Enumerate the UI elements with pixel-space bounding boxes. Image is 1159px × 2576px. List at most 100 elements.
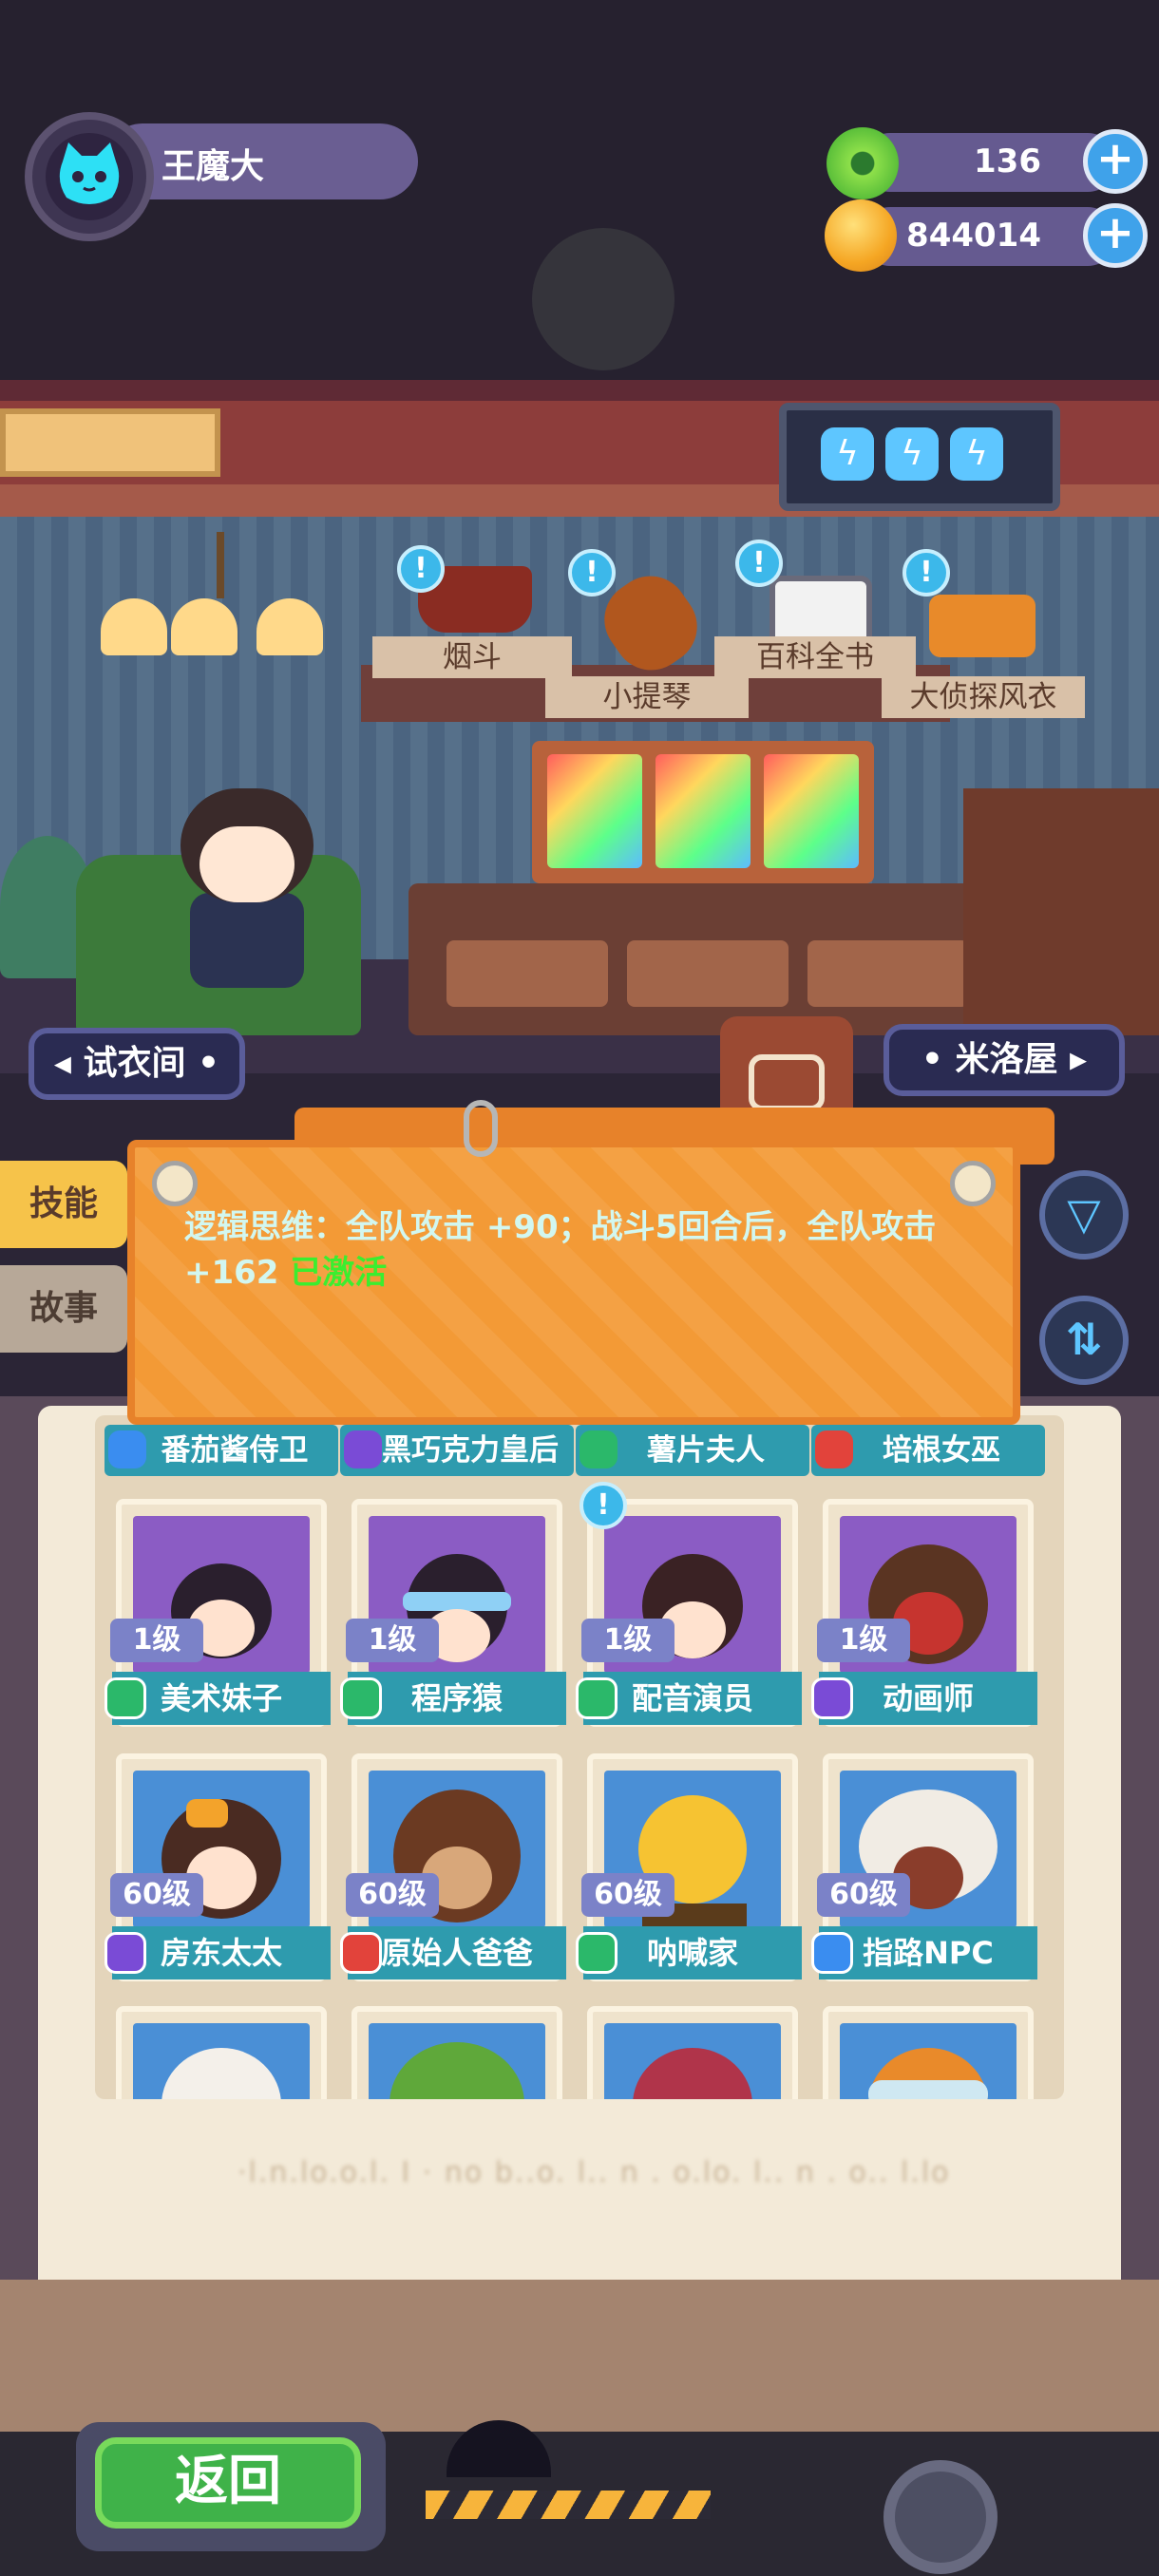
pin-icon xyxy=(152,1161,198,1206)
rarity-blue-icon xyxy=(108,1430,146,1468)
character-card[interactable]: 60级 呐喊家 xyxy=(576,1753,802,1981)
level-badge: 60级 xyxy=(346,1873,439,1917)
character-card[interactable]: 60级 房东太太 xyxy=(104,1753,331,1981)
character-card[interactable]: 1级 动画师 xyxy=(811,1499,1037,1727)
team-header[interactable]: 薯片夫人 xyxy=(576,1425,809,1476)
skill-description: 逻辑思维：全队攻击 +90；战斗5回合后，全队攻击 +162 已激活 xyxy=(184,1204,963,1296)
energy-panel: ϟ ϟ ϟ xyxy=(779,403,1060,511)
gem-counter: 136 xyxy=(861,133,1117,192)
rarity-purple-icon xyxy=(104,1932,146,1974)
character-card[interactable]: 60级 指路NPC xyxy=(811,1753,1037,1981)
energy-icon: ϟ xyxy=(885,427,939,481)
team-header[interactable]: 番茄酱侍卫 xyxy=(104,1425,338,1476)
level-badge: 1级 xyxy=(110,1619,203,1662)
new-hint-icon: ! xyxy=(580,1482,627,1529)
team-photo-frame[interactable] xyxy=(532,741,874,883)
rarity-red-icon xyxy=(340,1932,382,1974)
tab-skills[interactable]: 技能 xyxy=(0,1161,127,1248)
desk xyxy=(408,883,1016,1035)
energy-icon: ϟ xyxy=(821,427,874,481)
level-badge: 1级 xyxy=(581,1619,674,1662)
team-header[interactable]: 培根女巫 xyxy=(811,1425,1045,1476)
tab-story[interactable]: 故事 xyxy=(0,1265,127,1353)
team-header-label: 番茄酱侍卫 xyxy=(161,1433,309,1468)
rarity-purple-icon xyxy=(344,1430,382,1468)
rarity-green-icon xyxy=(576,1932,618,1974)
character-card[interactable]: 1级 美术妹子 xyxy=(104,1499,331,1727)
book-footer-text: ·l.n.lo.o.l. I · no b..o. l.. n . o.lo. … xyxy=(238,2156,951,2189)
character-name: 动画师 xyxy=(811,1672,1037,1725)
gold-planet-coin-icon xyxy=(825,199,897,272)
chandelier-decoration xyxy=(95,532,342,674)
character-name: 原始人爸爸 xyxy=(340,1926,566,1979)
character-card[interactable] xyxy=(587,2006,798,2099)
skill-notice-board: 逻辑思维：全队攻击 +90；战斗5回合后，全队攻击 +162 已激活 xyxy=(127,1140,1020,1425)
filter-button[interactable]: ▽ xyxy=(1039,1170,1129,1260)
level-badge: 60级 xyxy=(817,1873,910,1917)
item-label-encyclopedia[interactable]: 百科全书 xyxy=(714,636,916,678)
character-portrait xyxy=(133,2023,310,2099)
team-photo xyxy=(656,754,750,868)
team-photo xyxy=(547,754,642,868)
item-label-violin[interactable]: 小提琴 xyxy=(545,676,749,718)
back-button[interactable]: 返回 xyxy=(95,2437,361,2529)
gem-count: 136 xyxy=(974,142,1041,180)
clip-icon xyxy=(464,1100,498,1157)
fitting-room-button[interactable]: ◂ 试衣间 • xyxy=(28,1028,245,1100)
energy-icon: ϟ xyxy=(950,427,1003,481)
character-card[interactable]: 60级 原始人爸爸 xyxy=(340,1753,566,1981)
bottom-gear-decoration xyxy=(884,2460,998,2574)
sort-button[interactable]: ⇅ xyxy=(1039,1296,1129,1385)
vent-decoration xyxy=(0,408,220,477)
item-hint-icon: ! xyxy=(902,549,950,597)
level-badge: 1级 xyxy=(817,1619,910,1662)
green-gem-icon xyxy=(826,127,899,199)
avatar[interactable] xyxy=(25,112,154,241)
coin-counter: 844014 xyxy=(861,207,1117,266)
character-card[interactable] xyxy=(352,2006,562,2099)
level-badge: 60级 xyxy=(581,1873,674,1917)
character-portrait xyxy=(840,2023,1016,2099)
trench-coat-icon[interactable] xyxy=(929,595,1036,657)
character-card[interactable] xyxy=(116,2006,327,2099)
coin-count: 844014 xyxy=(906,217,1041,255)
add-gems-button[interactable]: + xyxy=(1083,129,1148,194)
team-header-label: 黑巧克力皇后 xyxy=(382,1433,559,1468)
item-hint-icon: ! xyxy=(735,540,783,587)
item-hint-icon: ! xyxy=(568,549,616,597)
character-name: 配音演员 xyxy=(576,1672,802,1725)
character-portrait xyxy=(369,2023,545,2099)
character-grid[interactable]: 番茄酱侍卫 黑巧克力皇后 薯片夫人 培根女巫 1级 美术妹子 1级 程序猿 1级… xyxy=(95,1415,1064,2099)
item-label-trench-coat[interactable]: 大侦探风衣 xyxy=(882,676,1085,718)
rarity-green-icon xyxy=(104,1677,146,1719)
pin-icon xyxy=(950,1161,996,1206)
character-card[interactable]: 1级 程序猿 xyxy=(340,1499,566,1727)
character-name: 呐喊家 xyxy=(576,1926,802,1979)
bookcase-decoration xyxy=(963,788,1159,1035)
character-name: 房东太太 xyxy=(104,1926,331,1979)
rarity-purple-icon xyxy=(811,1677,853,1719)
character-portrait xyxy=(604,2023,781,2099)
beam-top xyxy=(0,380,1159,401)
rarity-green-icon xyxy=(580,1430,618,1468)
add-coins-button[interactable]: + xyxy=(1083,203,1148,268)
character-card[interactable]: 1级 配音演员 xyxy=(576,1499,802,1727)
milo-house-button[interactable]: • 米洛屋 ▸ xyxy=(884,1024,1125,1096)
item-label-pipe[interactable]: 烟斗 xyxy=(372,636,572,678)
book-spine xyxy=(0,2280,1159,2432)
rarity-blue-icon xyxy=(811,1932,853,1974)
character-name: 程序猿 xyxy=(340,1672,566,1725)
team-header[interactable]: 黑巧克力皇后 xyxy=(340,1425,574,1476)
rarity-green-icon xyxy=(576,1677,618,1719)
rarity-red-icon xyxy=(815,1430,853,1468)
fan-decoration xyxy=(532,228,674,370)
team-header-label: 培根女巫 xyxy=(883,1433,1000,1468)
avatar-cat-icon xyxy=(46,133,133,220)
detective-character[interactable] xyxy=(171,788,323,988)
level-badge: 1级 xyxy=(346,1619,439,1662)
skill-status: 已激活 xyxy=(278,1254,388,1292)
item-hint-icon: ! xyxy=(397,545,445,593)
character-name: 美术妹子 xyxy=(104,1672,331,1725)
character-card[interactable] xyxy=(823,2006,1034,2099)
level-badge: 60级 xyxy=(110,1873,203,1917)
